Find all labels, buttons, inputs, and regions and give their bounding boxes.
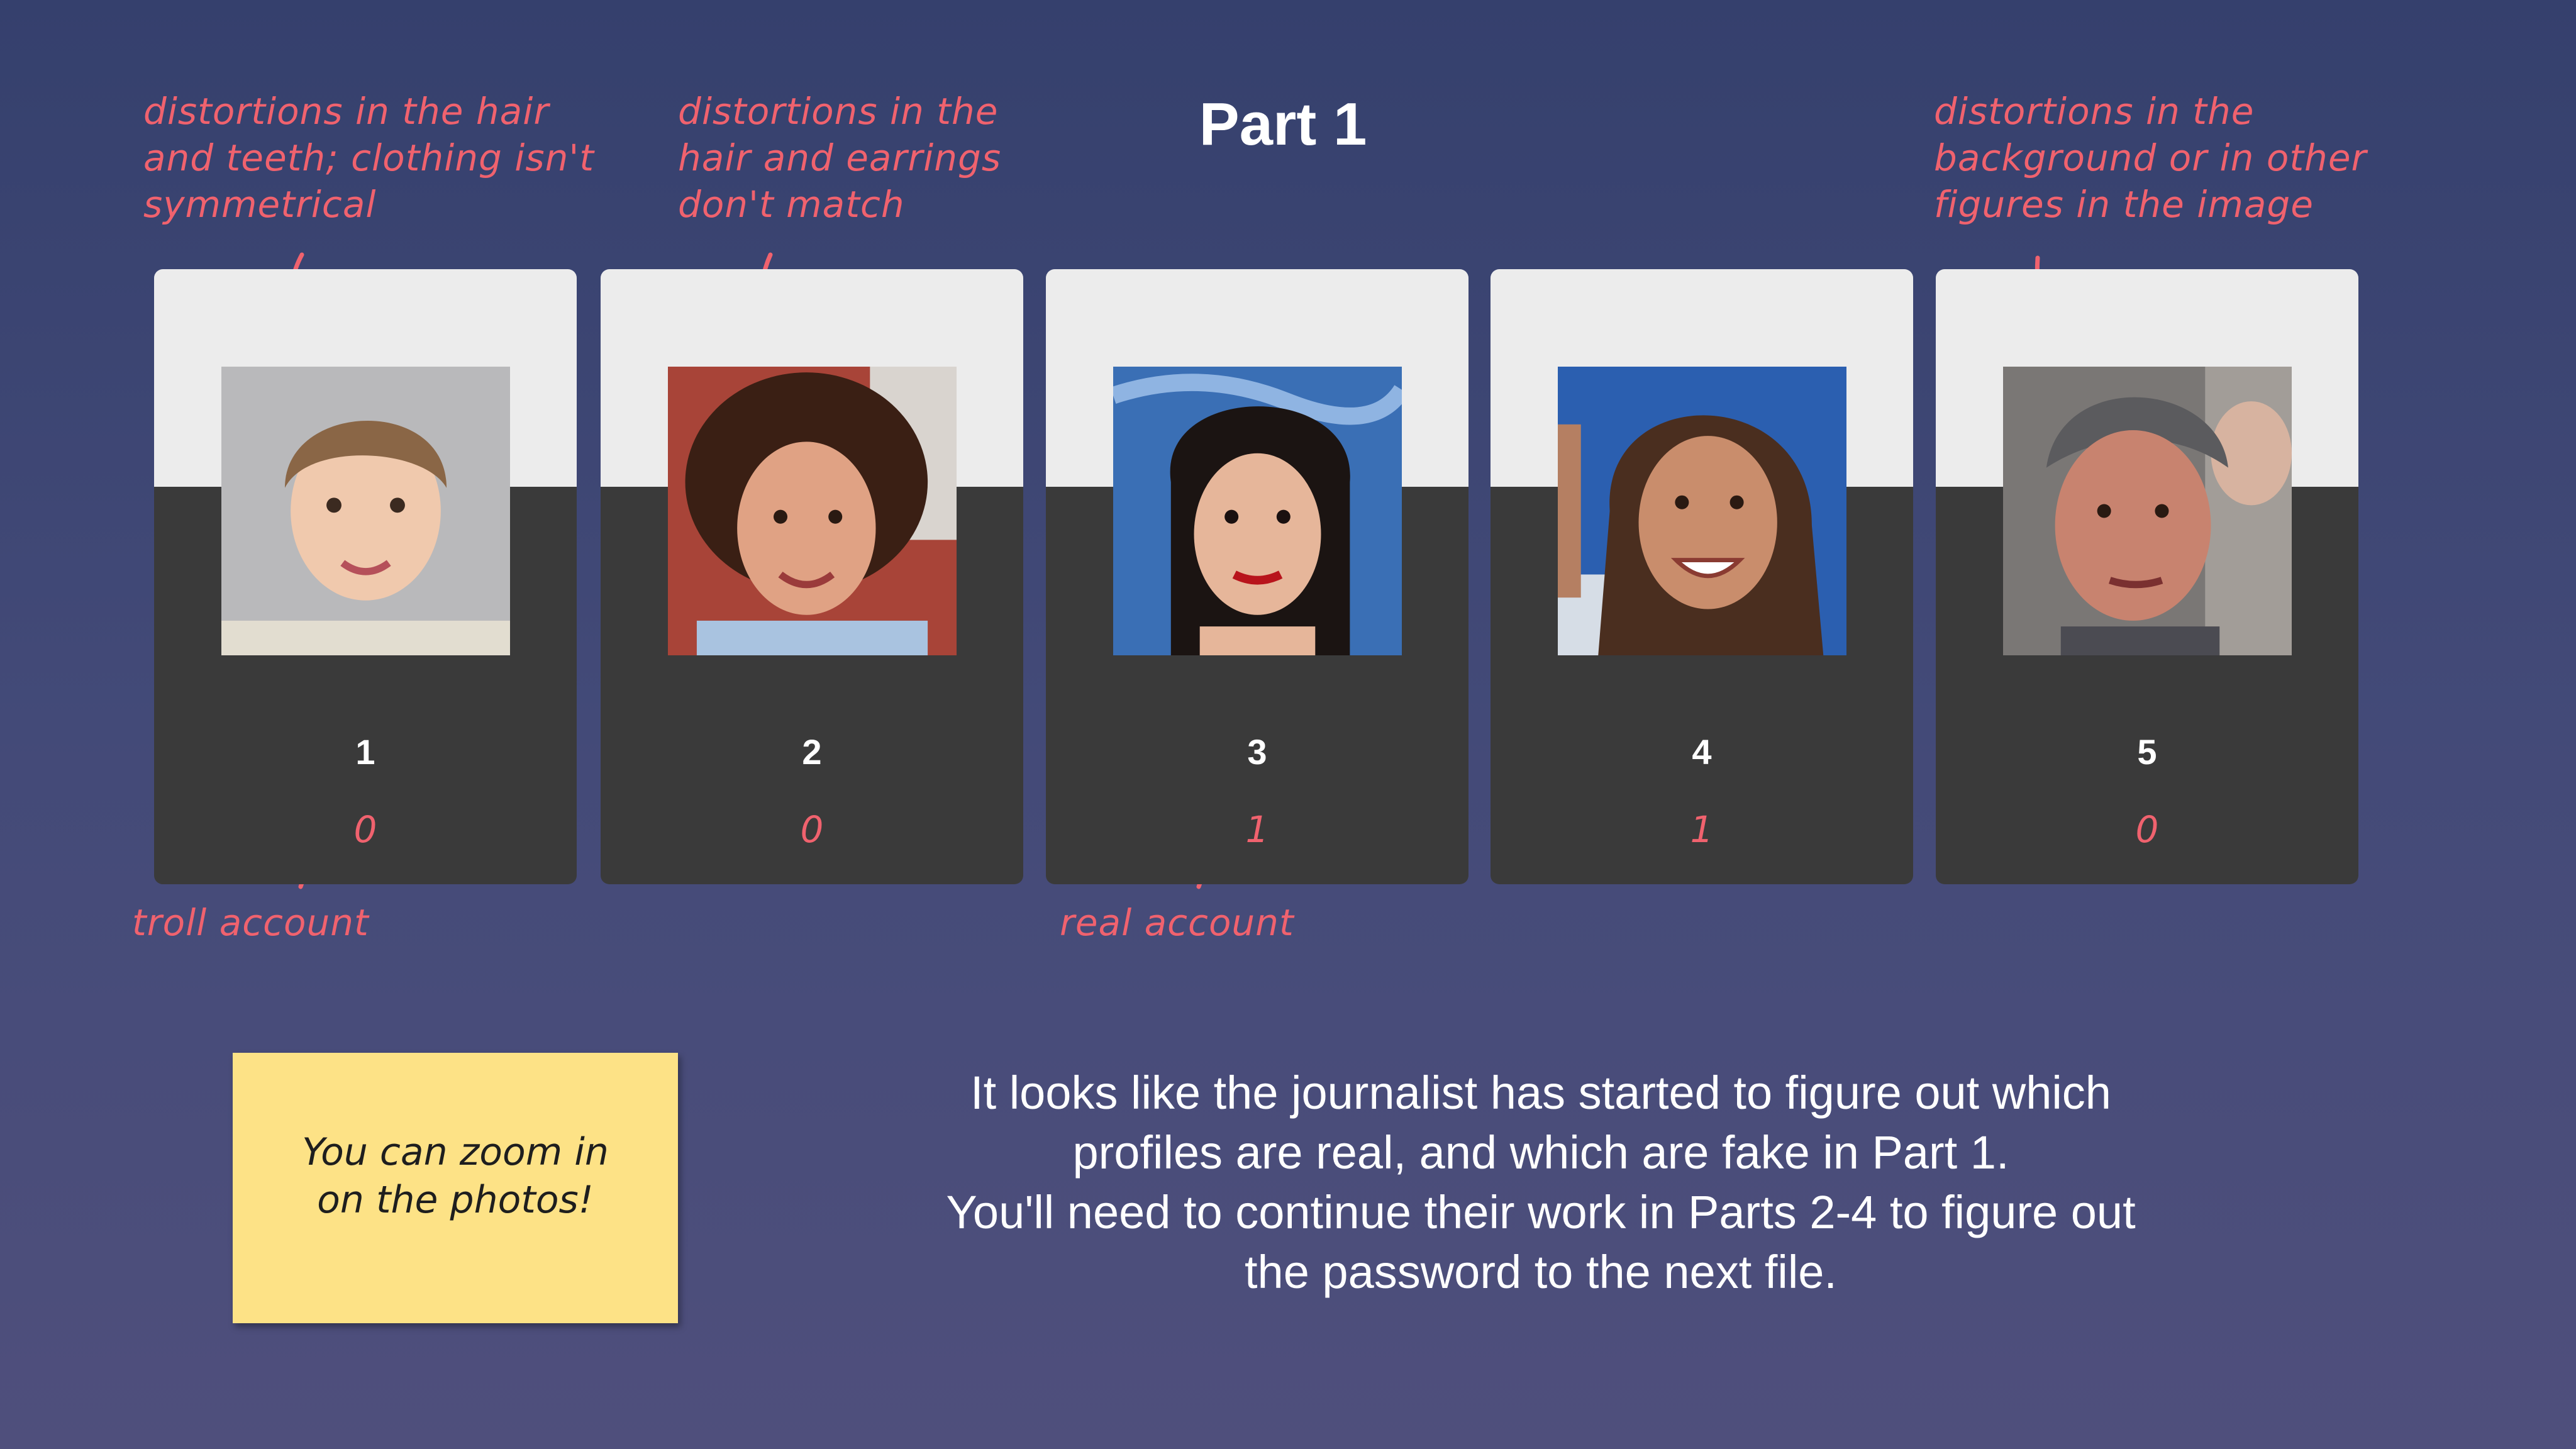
profile-photo[interactable] [1558,367,1846,655]
profile-photo[interactable] [1113,367,1402,655]
card-number: 1 [355,732,375,772]
card-number: 3 [1247,732,1267,772]
annotation-card-2: distortions in the hair and earrings don… [678,90,1002,226]
profile-card-1: 1 0 [154,269,577,884]
profile-card-5: 5 0 [1936,269,2358,884]
card-label: 1 [1690,808,1714,851]
profile-card-4: 4 1 [1491,269,1913,884]
annotation-troll-account: troll account [132,901,369,944]
profile-card-2: 2 0 [601,269,1023,884]
profile-photo[interactable] [221,367,510,655]
annotation-real-account: real account [1060,901,1294,944]
annotation-card-1: distortions in the hair and teeth; cloth… [143,90,595,226]
card-label: 1 [1245,808,1269,851]
card-number: 5 [2137,732,2157,772]
card-label: 0 [2135,808,2159,851]
card-label: 0 [800,808,824,851]
card-label: 0 [353,808,377,851]
card-number: 2 [802,732,822,772]
sticky-note: You can zoom in on the photos! [233,1053,678,1323]
annotation-card-5: distortions in the background or in othe… [1934,90,2367,226]
profile-card-3: 3 1 [1046,269,1468,884]
profile-photo[interactable] [2003,367,2292,655]
sticky-note-text: You can zoom in on the photos! [302,1130,609,1222]
instruction-caption: It looks like the journalist has started… [946,1067,2136,1298]
profile-photo[interactable] [668,367,957,655]
card-number: 4 [1692,732,1712,772]
page-title: Part 1 [1199,91,1367,158]
